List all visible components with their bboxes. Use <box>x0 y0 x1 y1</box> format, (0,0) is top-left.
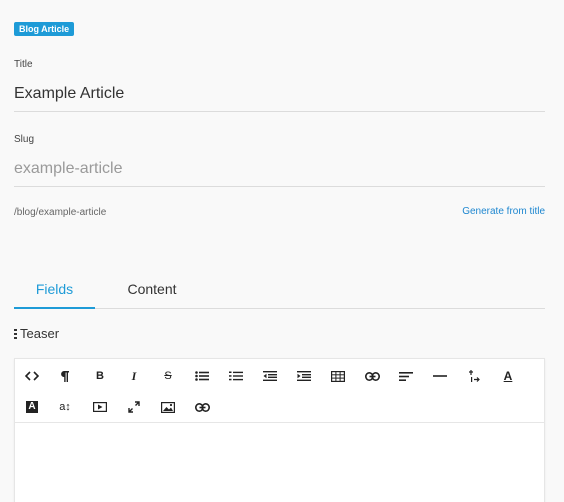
section-teaser: Teaser <box>14 326 59 341</box>
title-underline <box>14 111 545 112</box>
image-icon[interactable] <box>156 396 180 418</box>
paragraph-icon[interactable] <box>53 365 77 387</box>
editor-content-area[interactable] <box>15 423 544 502</box>
fullscreen-icon[interactable] <box>122 396 146 418</box>
tab-bar: Fields Content <box>14 270 545 309</box>
indent-icon[interactable] <box>292 365 316 387</box>
ordered-list-icon[interactable] <box>224 365 248 387</box>
tab-content[interactable]: Content <box>106 270 198 309</box>
editor-toolbar: B I S A A a↕ <box>15 359 544 423</box>
text-direction-icon[interactable] <box>462 365 486 387</box>
link-icon[interactable] <box>360 365 384 387</box>
italic-icon[interactable]: I <box>122 365 146 387</box>
title-label: Title <box>14 59 33 70</box>
bold-icon[interactable]: B <box>88 365 112 387</box>
link-icon[interactable] <box>190 396 214 418</box>
code-view-icon[interactable] <box>20 365 44 387</box>
title-input[interactable]: Example Article <box>14 85 124 103</box>
url-path: /blog/example-article <box>14 207 107 218</box>
font-size-icon[interactable]: a↕ <box>53 396 77 418</box>
font-color-icon[interactable]: A <box>496 365 520 387</box>
unordered-list-icon[interactable] <box>190 365 214 387</box>
rich-text-editor: B I S A A a↕ <box>14 358 545 502</box>
section-title: Teaser <box>20 326 60 341</box>
slug-input[interactable]: example-article <box>14 160 122 178</box>
table-icon[interactable] <box>326 365 350 387</box>
horizontal-rule-icon[interactable] <box>428 365 452 387</box>
slug-label: Slug <box>14 134 35 145</box>
drag-handle-icon[interactable] <box>14 328 17 339</box>
outdent-icon[interactable] <box>258 365 282 387</box>
background-color-icon[interactable]: A <box>20 396 44 418</box>
strikethrough-icon[interactable]: S <box>156 365 180 387</box>
generate-from-title-link[interactable]: Generate from title <box>462 206 545 217</box>
tab-fields[interactable]: Fields <box>14 270 95 309</box>
align-left-icon[interactable] <box>394 365 418 387</box>
slug-underline <box>14 186 545 187</box>
page: Blog Article Title Example Article Slug … <box>0 0 564 502</box>
video-icon[interactable] <box>88 396 112 418</box>
content-type-badge: Blog Article <box>14 22 75 36</box>
